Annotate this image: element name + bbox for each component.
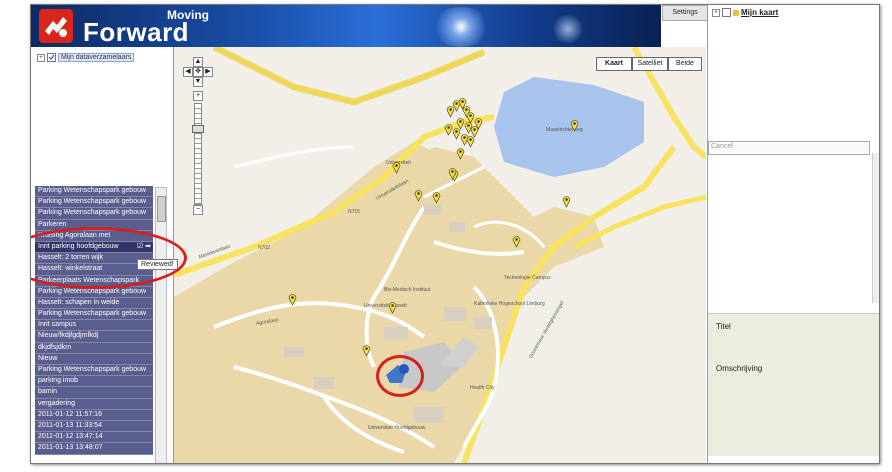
data-collectors-tree[interactable]: + Mijn dataverzamelaars	[37, 53, 135, 62]
map-marker-icon[interactable]	[570, 119, 579, 132]
list-item-label: Parkeren	[38, 220, 67, 228]
map-view[interactable]: Universiteit Universiteit Hasselt Bio-Me…	[174, 47, 706, 463]
header-glow	[431, 7, 491, 47]
brand-name: Forward	[83, 17, 190, 47]
cancel-field[interactable]: Cancel	[708, 141, 870, 155]
list-item-label: 2011-01-13 11:33:54	[38, 421, 102, 429]
expand-icon[interactable]: +	[37, 53, 45, 62]
tree-label: Mijn dataverzamelaars	[58, 53, 135, 62]
list-item-label: Parking Wetenschapspark gebouw	[38, 198, 147, 206]
right-panel: + Mijn kaart Cancel Titel Omschrijving	[707, 5, 879, 463]
tree-checkbox[interactable]	[722, 8, 731, 17]
map-label: N702	[258, 245, 270, 251]
map-marker-icon[interactable]	[456, 147, 465, 160]
list-item[interactable]: Nieuw/fkdjfgdjmfkdj	[35, 331, 153, 343]
map-marker-icon[interactable]	[466, 135, 475, 148]
cancel-placeholder: Cancel	[711, 143, 733, 150]
zoom-control: ▲ ◀ ✥ ▶ ▼ + −	[182, 55, 216, 215]
list-item[interactable]: Parking Wetenschapspark gebouw	[35, 365, 153, 377]
list-item[interactable]: vergadering	[35, 398, 153, 410]
title-label: Titel	[716, 322, 731, 331]
list-item[interactable]: Parking Wetenschapspark gebouw	[35, 309, 153, 321]
description-label: Omschrijving	[716, 364, 763, 373]
list-item[interactable]: 2011-01-13 13:48:07	[35, 443, 153, 455]
map-label: Technologie Campus	[504, 275, 551, 281]
zoom-slider[interactable]	[194, 103, 202, 205]
list-item[interactable]: bamin	[35, 387, 153, 399]
map-marker-icon[interactable]	[562, 195, 571, 208]
map-marker-icon[interactable]	[444, 123, 453, 136]
list-item-label: Nieuw/fkdjfgdjmfkdj	[38, 332, 99, 340]
list-scrollbar[interactable]	[155, 187, 167, 463]
tree-label: Mijn kaart	[741, 8, 779, 17]
list-item-label: 2011-01-12 11:57:16	[38, 410, 102, 418]
list-item-label: dkjdfsjdkm	[38, 343, 72, 351]
left-panel: + Mijn dataverzamelaars Parking Wetensch…	[31, 47, 187, 463]
settings-tab[interactable]: Settings	[662, 5, 708, 21]
logo-icon	[39, 9, 73, 43]
map-marker-icon[interactable]	[388, 301, 397, 314]
list-item[interactable]: Parking Wetenschapspark gebouw	[35, 208, 153, 220]
app-window: Moving Forward Settings + Mijn dataverza…	[30, 4, 880, 464]
list-item-label: Inrit campus	[38, 321, 77, 329]
map-canvas	[174, 47, 706, 463]
list-item-label: 2011-01-12 13:47:14	[38, 433, 103, 441]
list-item-label: vergadering	[38, 399, 75, 407]
map-label: N715	[348, 209, 360, 215]
pan-right-icon[interactable]: ▶	[203, 67, 213, 77]
pan-left-icon[interactable]: ◀	[183, 67, 193, 77]
list-item-label: Parking Wetenschapspark gebouw	[38, 209, 147, 217]
map-marker-icon[interactable]	[392, 161, 401, 174]
map-label: Universitair Hoofdgebouw	[368, 425, 426, 431]
map-marker-icon[interactable]	[362, 344, 371, 357]
map-type-beide[interactable]: Beide	[668, 57, 702, 71]
app-header: Moving Forward	[31, 5, 661, 47]
map-marker-icon[interactable]	[288, 293, 297, 306]
list-item[interactable]: 2011-01-13 11:33:54	[35, 420, 153, 433]
list-item[interactable]: 2011-01-12 11:57:16	[35, 409, 153, 421]
list-item[interactable]: Parking Wetenschapspark gebouw	[35, 197, 153, 209]
list-item[interactable]: Inrit campus	[35, 320, 153, 332]
zoom-slider-thumb[interactable]	[192, 125, 204, 133]
map-type-satelliet[interactable]: Satelliet	[632, 57, 668, 71]
map-type-kaart[interactable]: Kaart	[596, 57, 632, 71]
list-item[interactable]: Parking Wetenschapspark gebouw	[35, 186, 153, 198]
map-label: Health City	[470, 385, 495, 391]
tree-checkbox[interactable]	[47, 53, 56, 62]
list-item[interactable]: Nieuw	[35, 353, 153, 365]
zoom-out-button[interactable]: −	[193, 205, 203, 215]
expand-icon[interactable]: +	[712, 8, 720, 17]
list-item-label: bamin	[38, 388, 58, 396]
list-item-label: Parking Wetenschapspark gebouw	[38, 310, 147, 318]
list-item-label: Parking Wetenschapspark gebouw	[38, 366, 147, 373]
list-item-label: Parking Wetenschapspark gebouw	[38, 187, 147, 194]
list-item-label: Hasselt: schapen in weide	[38, 298, 120, 306]
list-item-label: Nieuw	[38, 354, 58, 362]
list-item-label: parking imob	[38, 377, 79, 385]
list-item[interactable]: 2011-01-12 13:47:14	[35, 432, 153, 444]
my-map-tree[interactable]: + Mijn kaart	[712, 8, 778, 17]
pan-center-icon[interactable]: ✥	[193, 67, 203, 77]
map-marker-icon[interactable]	[414, 189, 423, 202]
map-label: Katholieke Hogeschool Limburg	[474, 301, 545, 307]
map-marker-icon[interactable]	[448, 167, 457, 180]
list-item[interactable]: dkjdfsjdkm	[35, 342, 153, 354]
zoom-in-button[interactable]: +	[193, 91, 203, 101]
map-marker-icon[interactable]	[474, 117, 483, 130]
map-marker-icon[interactable]	[512, 235, 521, 248]
header-glow-2	[551, 15, 585, 43]
list-item[interactable]: parking imob	[35, 376, 153, 388]
scrollbar-thumb[interactable]	[157, 196, 166, 222]
map-label: Bio-Medisch Instituut	[384, 287, 431, 293]
pan-up-icon[interactable]: ▲	[193, 57, 203, 67]
map-marker-icon[interactable]	[432, 191, 441, 204]
pan-down-icon[interactable]: ▼	[193, 77, 203, 87]
map-label: Universiteit Hasselt	[364, 303, 407, 309]
list-item[interactable]: Hasselt: schapen in weide	[35, 297, 153, 310]
highlight-circle	[376, 355, 424, 397]
right-scrollbar[interactable]	[872, 153, 879, 303]
info-box: Titel Omschrijving	[708, 313, 879, 456]
lock-icon	[733, 9, 739, 16]
list-item-label: 2011-01-13 13:48:07	[38, 444, 103, 452]
